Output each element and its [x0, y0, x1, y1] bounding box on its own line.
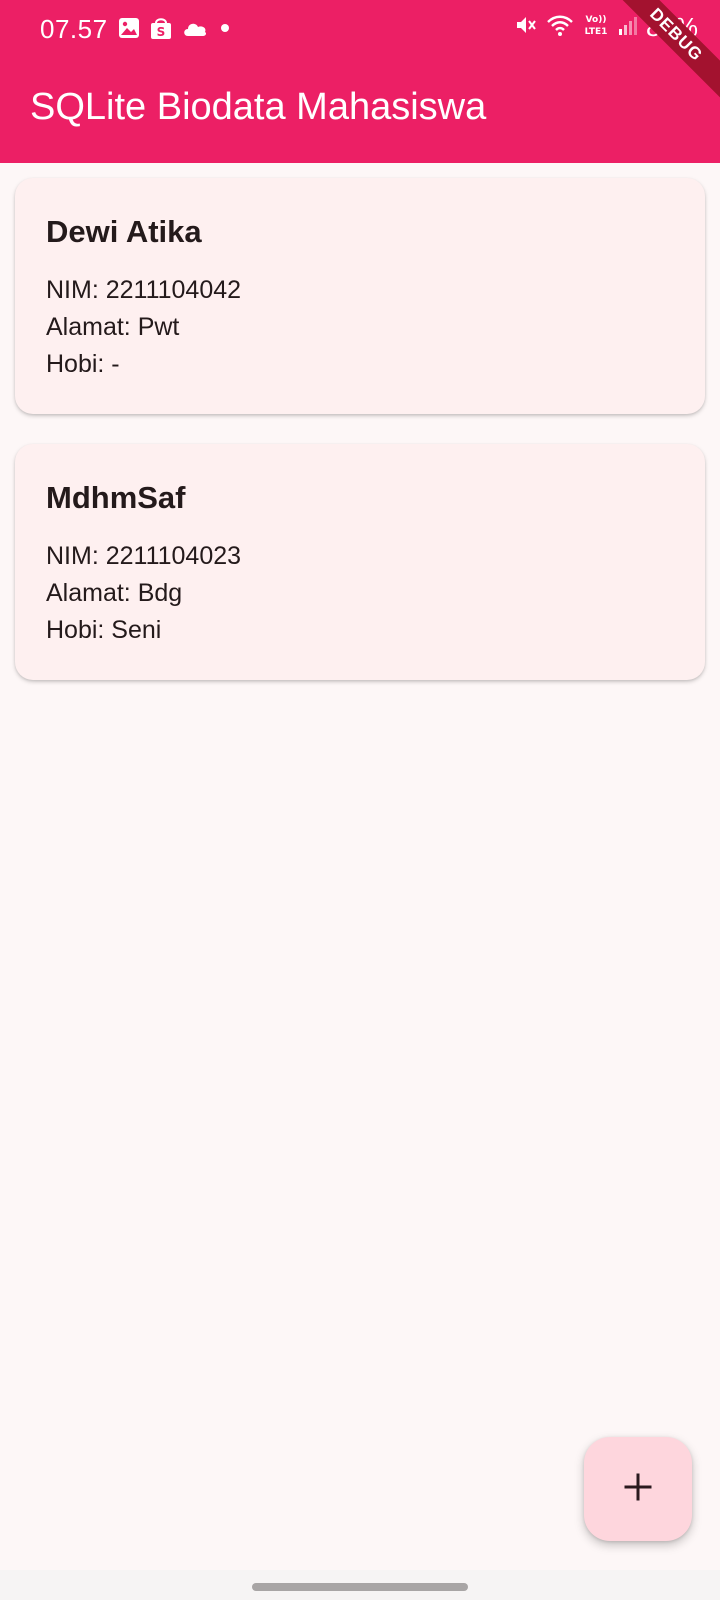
student-card[interactable]: Dewi Atika NIM: 2211104042 Alamat: Pwt H… — [15, 178, 705, 414]
student-nim: NIM: 2211104023 — [46, 542, 242, 570]
signal-icon — [618, 14, 638, 41]
dot-icon — [218, 21, 232, 40]
cloud-icon — [182, 19, 208, 42]
svg-text:LTE1: LTE1 — [585, 27, 608, 37]
add-student-button[interactable] — [584, 1437, 692, 1541]
app-screen: 07.57 S Vo)) LTE1 SQLite Biodata Mahasis… — [0, 0, 720, 1600]
student-alamat: Alamat: Bdg — [46, 579, 183, 607]
wifi-icon — [546, 13, 574, 42]
student-nim: NIM: 2211104042 — [46, 276, 242, 304]
status-time: 07.57 — [40, 14, 108, 44]
student-list: Dewi Atika NIM: 2211104042 Alamat: Pwt H… — [15, 178, 705, 710]
svg-text:S: S — [157, 25, 166, 39]
student-card[interactable]: MdhmSaf NIM: 2211104023 Alamat: Bdg Hobi… — [15, 444, 705, 680]
status-bar: 07.57 S Vo)) LTE1 — [0, 0, 720, 58]
notification-icons: S — [118, 16, 232, 45]
shopee-icon: S — [150, 16, 172, 45]
app-header: 07.57 S Vo)) LTE1 SQLite Biodata Mahasis… — [0, 0, 720, 163]
app-title: SQLite Biodata Mahasiswa — [30, 86, 487, 128]
image-icon — [118, 17, 140, 44]
student-hobi: Hobi: - — [46, 350, 120, 378]
svg-text:Vo)): Vo)) — [586, 15, 607, 25]
mute-icon — [514, 13, 538, 42]
home-gesture-handle[interactable] — [252, 1583, 468, 1591]
student-name: MdhmSaf — [46, 480, 186, 515]
student-hobi: Hobi: Seni — [46, 616, 162, 644]
plus-icon — [622, 1464, 654, 1514]
volte-icon: Vo)) LTE1 — [582, 12, 610, 43]
student-alamat: Alamat: Pwt — [46, 313, 180, 341]
student-name: Dewi Atika — [46, 214, 202, 249]
